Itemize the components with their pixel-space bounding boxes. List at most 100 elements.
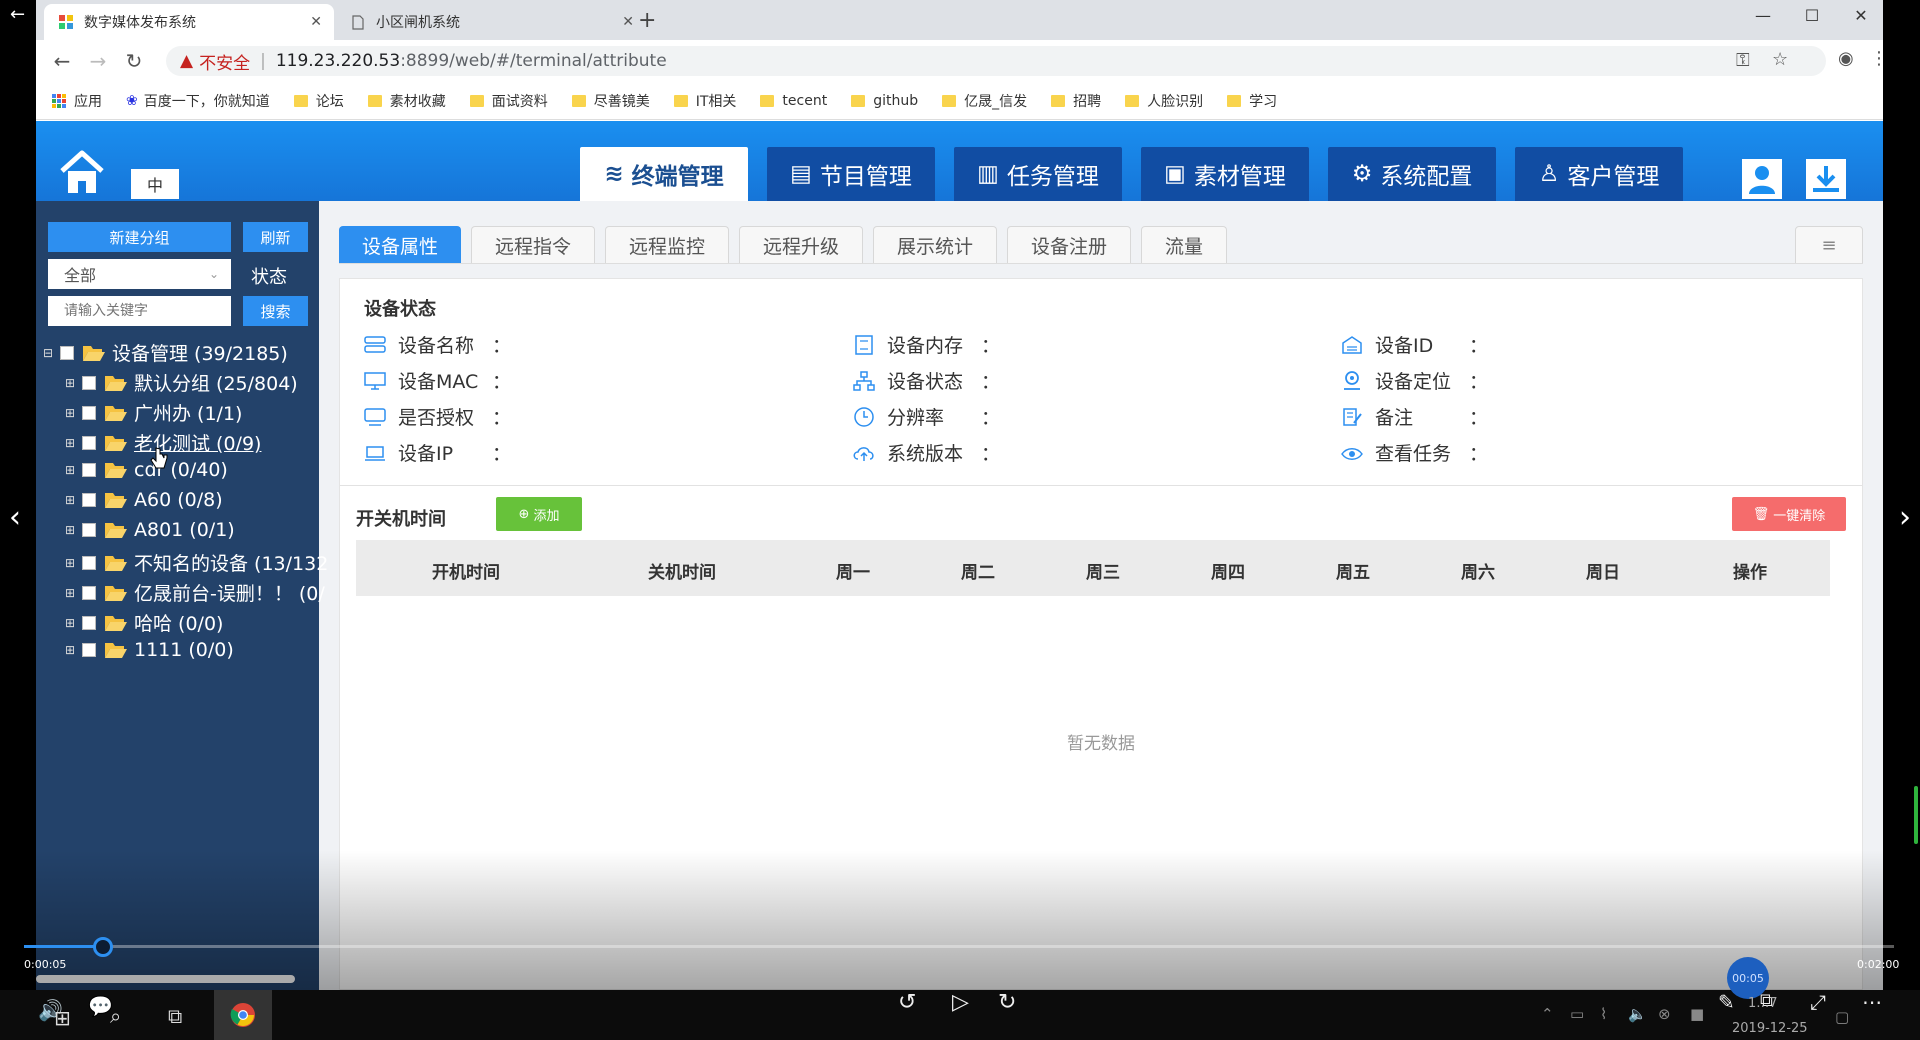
download-button[interactable]	[1806, 159, 1846, 199]
bookmark-folder[interactable]: 学习	[1227, 91, 1277, 111]
browser-tab[interactable]: 小区闸机系统 ✕	[336, 4, 646, 40]
tree-node[interactable]: ⊞ 广州办 (1/1)	[64, 399, 242, 426]
new-group-button[interactable]: 新建分组	[48, 222, 231, 252]
tree-checkbox[interactable]	[82, 585, 96, 600]
tray-app-icon[interactable]: ■	[1690, 1005, 1704, 1023]
tree-checkbox[interactable]	[82, 405, 96, 420]
refresh-button[interactable]: 刷新	[243, 222, 308, 252]
notification-icon[interactable]: ▢	[1835, 1008, 1849, 1026]
clear-all-button[interactable]: 🗑 一键清除	[1732, 497, 1846, 531]
user-button[interactable]	[1742, 159, 1782, 199]
nav-program-management[interactable]: ▤ 节目管理	[767, 147, 935, 201]
expand-icon[interactable]: ⊞	[64, 586, 76, 600]
tree-checkbox[interactable]	[82, 375, 96, 390]
tree-node[interactable]: ⊞ 默认分组 (25/804)	[64, 369, 298, 396]
pen-icon[interactable]: ✎	[1718, 990, 1735, 1014]
bookmark-folder[interactable]: 尽善镜美	[571, 91, 650, 111]
bookmark-folder[interactable]: tecent	[760, 93, 827, 109]
chrome-taskbar-button[interactable]	[214, 990, 272, 1040]
close-window-icon[interactable]: ✕	[1841, 6, 1881, 25]
tray-volume-icon[interactable]: 🔈	[1628, 1005, 1647, 1023]
bookmark-folder[interactable]: IT相关	[673, 91, 736, 111]
bookmark-folder[interactable]: 招聘	[1051, 91, 1101, 111]
expand-icon[interactable]: ⊞	[64, 493, 76, 507]
volume-level-bar[interactable]	[1914, 786, 1918, 844]
tray-up-icon[interactable]: ⌃	[1541, 1005, 1554, 1023]
tree-node[interactable]: ⊞ cdr (0/40)	[64, 459, 228, 481]
search-button[interactable]: 搜索	[243, 296, 308, 326]
close-tab-icon[interactable]: ✕	[310, 14, 322, 30]
rewind-10-icon[interactable]: ↺	[898, 990, 916, 1015]
nav-material-management[interactable]: ▣ 素材管理	[1141, 147, 1309, 201]
horizontal-scrollbar[interactable]	[36, 975, 295, 983]
tab-device-register[interactable]: 设备注册	[1007, 226, 1131, 264]
tree-node[interactable]: ⊞ A60 (0/8)	[64, 489, 223, 511]
player-back-icon[interactable]: ←	[10, 4, 25, 25]
expand-icon[interactable]: ⊞	[64, 556, 76, 570]
tree-checkbox[interactable]	[82, 463, 96, 477]
bookmark-apps[interactable]: 应用	[52, 91, 102, 111]
tree-node[interactable]: ⊞ 1111 (0/0)	[64, 639, 234, 661]
expand-icon[interactable]: ⊞	[64, 463, 76, 477]
forward-30-icon[interactable]: ↻	[998, 990, 1016, 1015]
more-menu-icon[interactable]: ⋮	[1870, 48, 1883, 69]
fullscreen-icon[interactable]: ⤢	[1810, 990, 1826, 1014]
tree-checkbox[interactable]	[82, 523, 96, 537]
tree-node[interactable]: ⊞ 哈哈 (0/0)	[64, 609, 223, 636]
profile-icon[interactable]: ◉	[1838, 48, 1854, 69]
bookmark-folder[interactable]: 素材收藏	[367, 91, 446, 111]
next-arrow-icon[interactable]: ›	[1890, 500, 1920, 535]
tab-remote-upgrade[interactable]: 远程升级	[739, 226, 863, 264]
collapse-icon[interactable]: ⊟	[42, 346, 54, 360]
bookmark-baidu[interactable]: ❀ 百度一下，你就知道	[126, 91, 270, 111]
nav-terminal-management[interactable]: ≋ 终端管理	[580, 147, 748, 201]
new-tab-plus-icon[interactable]: +	[638, 8, 656, 33]
language-button[interactable]: 中	[131, 169, 179, 199]
video-progress-bar[interactable]	[24, 937, 1894, 957]
menu-toggle-button[interactable]: ≡	[1795, 226, 1863, 264]
tab-display-stats[interactable]: 展示统计	[873, 226, 997, 264]
expand-icon[interactable]: ⊞	[64, 616, 76, 630]
add-schedule-button[interactable]: ⊕ 添加	[496, 497, 582, 531]
key-icon[interactable]: ⚿	[1736, 50, 1750, 71]
video-progress-handle[interactable]	[92, 937, 113, 957]
expand-icon[interactable]: ⊞	[64, 376, 76, 390]
maximize-icon[interactable]: ☐	[1792, 6, 1832, 25]
tree-checkbox[interactable]	[82, 555, 96, 570]
expand-icon[interactable]: ⊞	[64, 406, 76, 420]
nav-system-config[interactable]: ⚙ 系统配置	[1328, 147, 1496, 201]
minimize-icon[interactable]: —	[1743, 6, 1783, 25]
bookmark-folder[interactable]: 论坛	[293, 91, 344, 111]
tree-root[interactable]: ⊟ 设备管理 (39/2185)	[42, 339, 288, 366]
tab-traffic[interactable]: 流量	[1141, 226, 1227, 264]
star-icon[interactable]: ☆	[1772, 49, 1788, 70]
tree-checkbox[interactable]	[60, 345, 74, 360]
network-icon[interactable]: ⌇	[1600, 1005, 1607, 1023]
tab-remote-command[interactable]: 远程指令	[471, 226, 595, 264]
tree-checkbox[interactable]	[82, 435, 96, 450]
bookmark-folder[interactable]: 人脸识别	[1125, 91, 1203, 111]
prev-arrow-icon[interactable]: ‹	[0, 500, 30, 535]
back-icon[interactable]: ←	[44, 49, 80, 73]
nav-customer-management[interactable]: ♙ 客户管理	[1515, 147, 1683, 201]
tree-node[interactable]: ⊞ 亿晟前台-误删！！ (0/	[64, 579, 325, 606]
browser-tab-active[interactable]: 数字媒体发布系统 ✕	[44, 4, 334, 40]
tray-close-icon[interactable]: ⊗	[1658, 1005, 1671, 1023]
address-bar[interactable]: ▲ 不安全 | 119.23.220.53 :8899/web/#/termin…	[166, 46, 1826, 76]
bookmark-folder[interactable]: github	[851, 93, 918, 109]
tree-node[interactable]: ⊞ 不知名的设备 (13/132	[64, 549, 328, 576]
tree-checkbox[interactable]	[82, 615, 96, 630]
bookmark-folder[interactable]: 面试资料	[469, 91, 548, 111]
task-view-icon[interactable]: ⧉	[168, 1004, 182, 1028]
play-icon[interactable]: ▷	[952, 990, 969, 1015]
expand-icon[interactable]: ⊞	[64, 436, 76, 450]
search-icon[interactable]: ⌕	[110, 1004, 121, 1028]
forward-icon[interactable]: →	[80, 49, 116, 73]
expand-icon[interactable]: ⊞	[64, 523, 76, 537]
close-tab-icon[interactable]: ✕	[622, 14, 634, 30]
tree-checkbox[interactable]	[82, 643, 96, 657]
tab-remote-monitor[interactable]: 远程监控	[605, 226, 729, 264]
keyword-input[interactable]	[48, 296, 231, 326]
bookmark-folder[interactable]: 亿晟_信发	[942, 91, 1027, 111]
windows-start-icon[interactable]: ⊞	[54, 1006, 71, 1030]
